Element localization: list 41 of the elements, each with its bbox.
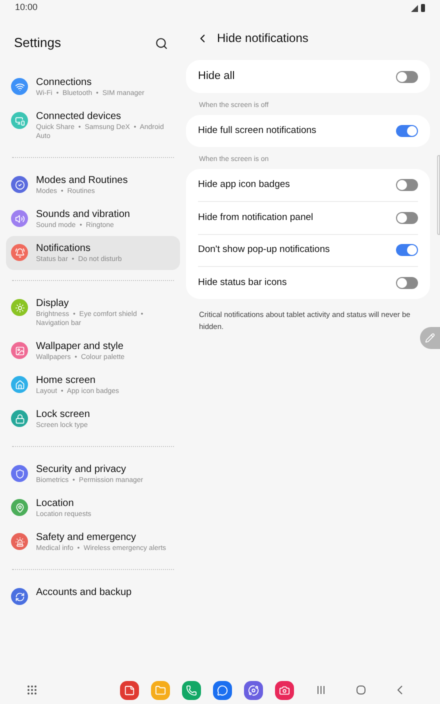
item-title: Accounts and backup [36, 586, 132, 599]
toggle-switch[interactable] [396, 178, 418, 191]
camera-icon[interactable] [275, 680, 294, 700]
note-icon[interactable] [120, 680, 139, 700]
setting-label: Hide app icon badges [198, 178, 290, 192]
pencil-icon [425, 333, 435, 343]
setting-label: Hide status bar icons [198, 276, 287, 290]
item-title: Connections [36, 76, 93, 89]
setting-label: Hide from notification panel [198, 210, 314, 225]
item-title: Wallpaper and style [36, 340, 124, 353]
toggle-switch[interactable] [396, 212, 418, 224]
item-title: Location [36, 497, 75, 510]
item-title: Lock screen [36, 408, 90, 421]
back-nav-icon[interactable] [396, 685, 404, 695]
planet-icon[interactable] [244, 680, 263, 700]
apps-grid-icon[interactable] [26, 684, 38, 696]
item-title: Safety and emergency [36, 531, 138, 544]
item-title: Notifications [36, 242, 92, 255]
item-title: Security and privacy [36, 463, 128, 476]
settings-item[interactable]: Accounts and backup [6, 580, 180, 611]
chat-icon[interactable] [213, 680, 232, 700]
item-title: Home screen [36, 374, 96, 387]
item-title: Sounds and vibration [36, 208, 130, 221]
search-icon[interactable] [155, 36, 168, 50]
item-title: Connected devices [36, 110, 122, 123]
setting-label: Don't show pop-up notifications [198, 243, 330, 258]
setting-label: Hide full screen notifications [198, 124, 316, 138]
panel-title: Hide notifications [217, 30, 308, 47]
item-title: Display [36, 297, 70, 310]
recents-icon[interactable] [316, 685, 326, 695]
toggle-switch[interactable] [396, 276, 418, 289]
toggle-switch[interactable] [396, 244, 418, 256]
home-button-icon[interactable] [356, 685, 366, 695]
setting-label: Hide all [198, 69, 235, 84]
toggle-switch[interactable] [396, 70, 418, 82]
phone-icon[interactable] [182, 680, 201, 700]
signal-battery-icon [411, 4, 425, 12]
status-time: 10:00 [15, 1, 38, 14]
toggle-switch[interactable] [396, 124, 418, 137]
page-title: Settings [14, 34, 61, 52]
item-title: Modes and Routines [36, 174, 128, 187]
